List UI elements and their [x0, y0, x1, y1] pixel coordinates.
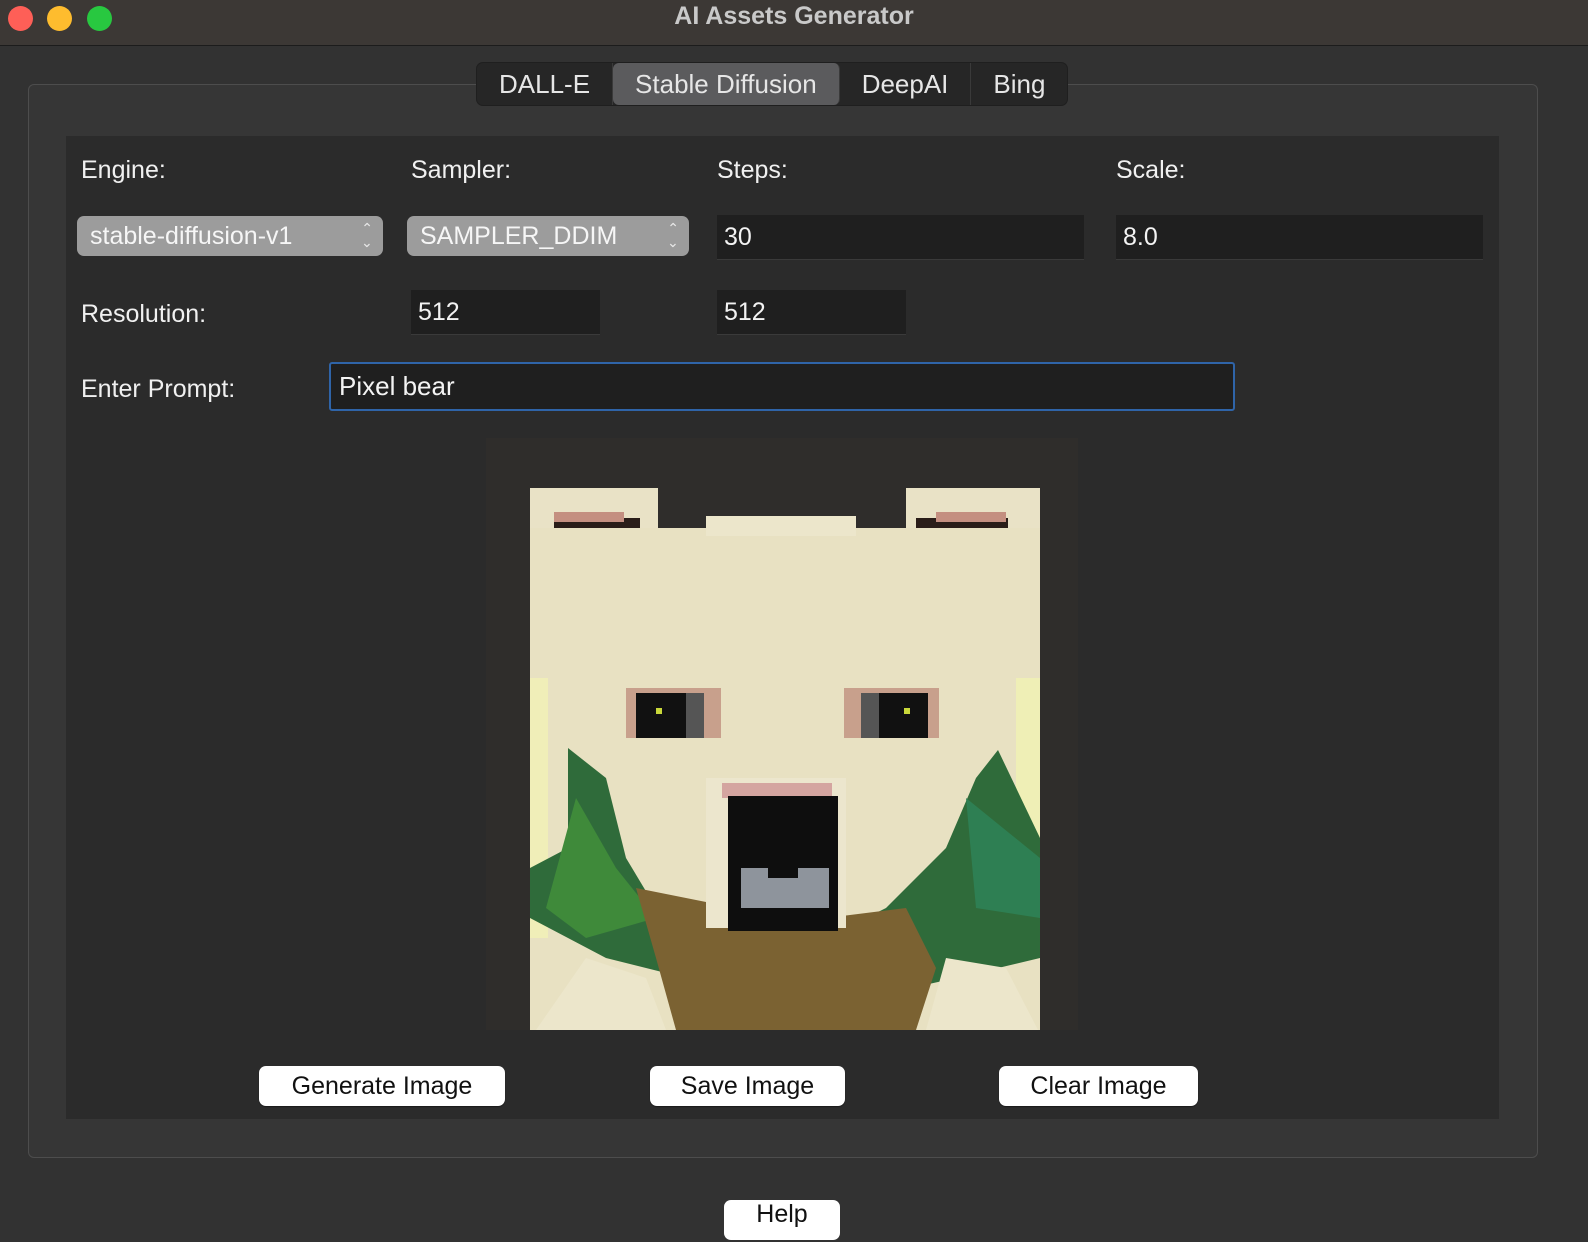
engine-tabs: DALL-E Stable Diffusion DeepAI Bing — [476, 62, 1069, 106]
steps-label: Steps: — [717, 156, 788, 184]
generate-image-button[interactable]: Generate Image — [259, 1066, 505, 1106]
chevron-up-down-icon: ⌃ ⌃ — [361, 220, 373, 250]
tab-stable-diffusion[interactable]: Stable Diffusion — [613, 63, 840, 105]
clear-image-button[interactable]: Clear Image — [999, 1066, 1198, 1106]
resolution-height-input[interactable]: 512 — [717, 290, 906, 335]
sampler-select-value: SAMPLER_DDIM — [420, 222, 618, 250]
pixel-bear-image — [486, 438, 1078, 1030]
help-button[interactable]: Help — [724, 1200, 840, 1240]
sampler-label: Sampler: — [411, 156, 512, 184]
prompt-label: Enter Prompt: — [81, 375, 236, 403]
scale-input[interactable]: 8.0 — [1116, 215, 1483, 260]
tab-bing[interactable]: Bing — [971, 63, 1067, 105]
tab-dall-e[interactable]: DALL-E — [477, 63, 614, 105]
generated-image — [486, 438, 1078, 1030]
steps-input[interactable]: 30 — [717, 215, 1084, 260]
sampler-select[interactable]: SAMPLER_DDIM ⌃ ⌃ — [407, 216, 689, 256]
engine-select[interactable]: stable-diffusion-v1 ⌃ ⌃ — [77, 216, 383, 256]
scale-label: Scale: — [1116, 156, 1186, 184]
prompt-input[interactable]: Pixel bear — [329, 362, 1235, 411]
engine-select-value: stable-diffusion-v1 — [90, 222, 293, 250]
resolution-label: Resolution: — [81, 300, 207, 328]
resolution-width-input[interactable]: 512 — [411, 290, 600, 335]
save-image-button[interactable]: Save Image — [650, 1066, 845, 1106]
chevron-up-down-icon: ⌃ ⌃ — [667, 220, 679, 250]
window-title: AI Assets Generator — [674, 2, 914, 30]
title-bar: AI Assets Generator — [0, 0, 1588, 46]
engine-label: Engine: — [81, 156, 166, 184]
tab-deepai[interactable]: DeepAI — [840, 63, 972, 105]
